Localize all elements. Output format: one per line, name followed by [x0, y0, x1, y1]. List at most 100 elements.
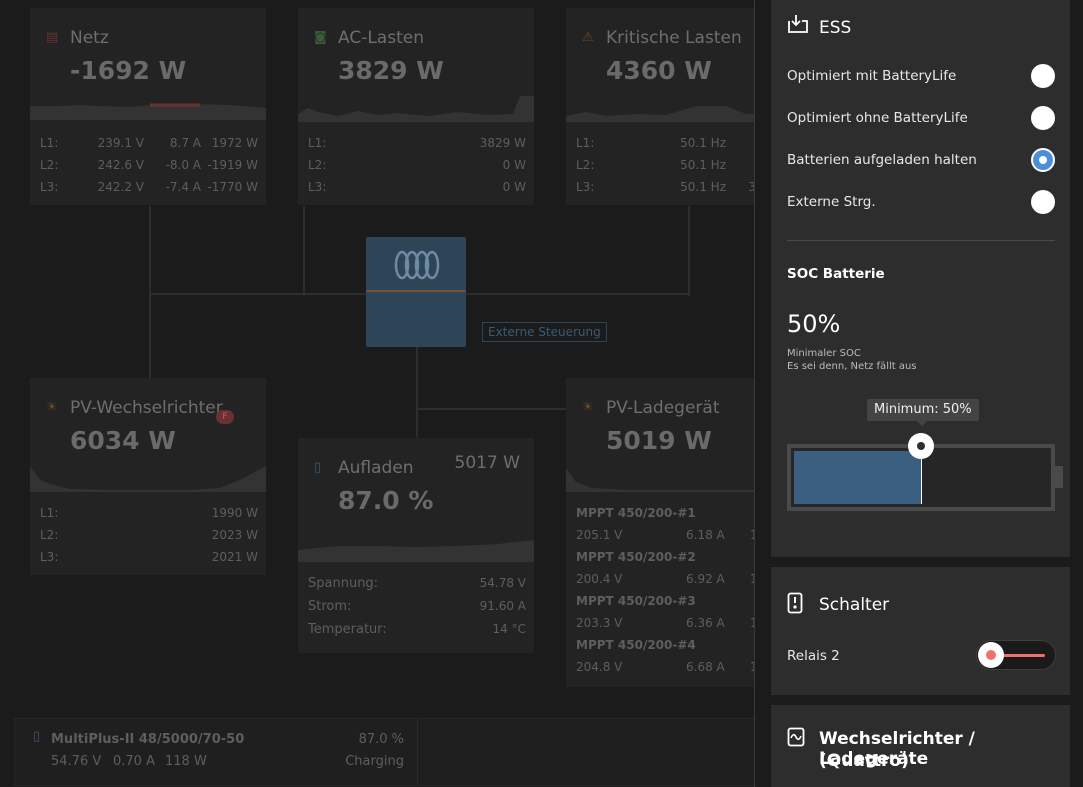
- battery-icon: ▯: [33, 729, 41, 744]
- battery-detail-row: Spannung: 54.78 V: [308, 576, 526, 591]
- multiplus-name: MultiPlus-II 48/5000/70-50: [51, 732, 245, 747]
- ess-option-keep-charged-radio[interactable]: [1031, 148, 1055, 172]
- relay-2-toggle[interactable]: [976, 640, 1056, 670]
- ac-loads-sparkline: [298, 96, 534, 122]
- inverter-waveform-icon: [787, 727, 805, 747]
- critical-loads-phase-row: L2: 50.1 Hz: [576, 158, 726, 172]
- critical-loads-power: 4360 W: [606, 56, 712, 85]
- mppt-name: MPPT 450/200-#1: [576, 506, 696, 520]
- relay-toggle-knob: [978, 642, 1004, 668]
- mppt-row: 203.3 V 6.36 A 1: [576, 616, 755, 630]
- pv-charger-sparkline: [566, 468, 755, 492]
- multiplus-state: Charging: [345, 754, 404, 769]
- ess-option-label: Batterien aufgeladen halten: [787, 152, 977, 168]
- pv-inverter-title: PV-Wechselrichter: [70, 398, 223, 418]
- critical-loads-phase-row: L3: 50.1 Hz 3: [576, 180, 755, 194]
- external-control-label: Externe Steuerung: [482, 322, 607, 342]
- battery-icon: ▯: [314, 460, 322, 475]
- soc-slider-handle[interactable]: [908, 433, 934, 459]
- pv-inverter-power: 6034 W: [70, 426, 176, 455]
- grid-phase-row: L1: 239.1 V 8.7 A 1972 W: [40, 136, 258, 150]
- mppt-row: 205.1 V 6.18 A 1: [576, 528, 755, 542]
- pv-inverter-phase-row: L1: 1990 W: [40, 506, 258, 520]
- ess-option-external-control-radio[interactable]: [1031, 190, 1055, 214]
- ac-loads-title: AC-Lasten: [338, 28, 424, 48]
- connector-line: [688, 206, 690, 296]
- battery-cap: [1055, 466, 1063, 488]
- ac-loads-phase-row: L1: 3829 W: [308, 136, 526, 150]
- ess-download-icon: [788, 15, 808, 33]
- ess-divider: [787, 240, 1055, 241]
- min-soc-tooltip: Minimum: 50%: [867, 399, 979, 426]
- switch-icon: [787, 592, 803, 614]
- pv-charger-tile[interactable]: ☀ PV-Ladegerät 5019 W MPPT 450/200-#1 20…: [566, 378, 755, 687]
- battery-sparkline: [298, 540, 534, 562]
- battery-tile[interactable]: ▯ Aufladen 5017 W 87.0 % Spannung: 54.78…: [298, 438, 534, 653]
- error-badge-icon: F: [216, 410, 234, 424]
- battery-power: 5017 W: [454, 453, 520, 473]
- soc-value: 50%: [787, 310, 841, 338]
- ess-option-battery-life-radio[interactable]: [1031, 64, 1055, 88]
- connector-line: [149, 296, 151, 378]
- ac-loads-power: 3829 W: [338, 56, 444, 85]
- multiplus-current: 0.70 A: [113, 754, 155, 769]
- critical-loads-sparkline: [566, 106, 755, 122]
- inverter-stripe: [366, 290, 466, 292]
- pv-inverter-phase-row: L3: 2021 W: [40, 550, 258, 564]
- pv-inverter-sparkline: [30, 466, 266, 492]
- inverter-charger-subtitle: (Quattro): [819, 751, 909, 771]
- multiplus-soc: 87.0 %: [358, 732, 404, 747]
- sun-icon: ☀: [46, 400, 58, 415]
- ac-loads-tile[interactable]: ◙ AC-Lasten 3829 W L1: 3829 W L2: 0 W L3…: [298, 8, 534, 205]
- mppt-row: 200.4 V 6.92 A 1: [576, 572, 755, 586]
- warning-icon: ⚠: [582, 30, 594, 45]
- status-bar-divider: [417, 719, 418, 785]
- ac-loads-phase-row: L3: 0 W: [308, 180, 526, 194]
- ess-option-label: Optimiert mit BatteryLife: [787, 68, 957, 84]
- ac-loads-icon: ◙: [314, 30, 327, 45]
- battery-detail-row: Strom: 91.60 A: [308, 599, 526, 614]
- switch-card: Schalter Relais 2: [771, 567, 1070, 695]
- mppt-name: MPPT 450/200-#4: [576, 638, 696, 652]
- ess-option-no-battery-life-radio[interactable]: [1031, 106, 1055, 130]
- critical-loads-phase-row: L1: 50.1 Hz: [576, 136, 726, 150]
- multiplus-voltage: 54.76 V: [51, 754, 102, 769]
- grid-icon: ▤: [46, 30, 59, 45]
- grid-title: Netz: [70, 28, 109, 48]
- sun-icon: ☀: [582, 400, 594, 415]
- grid-tile[interactable]: ▤ Netz -1692 W L1: 239.1 V 8.7 A 1972 W …: [30, 8, 266, 205]
- dashboard-background: ▤ Netz -1692 W L1: 239.1 V 8.7 A 1972 W …: [0, 0, 755, 787]
- mppt-name: MPPT 450/200-#2: [576, 550, 696, 564]
- ess-option-label: Optimiert ohne BatteryLife: [787, 110, 968, 126]
- soc-slider-fill: [794, 451, 921, 504]
- min-soc-label: Minimaler SOC: [787, 348, 861, 359]
- connector-line: [303, 206, 305, 296]
- battery-state-title: Aufladen: [338, 458, 414, 478]
- critical-loads-tile[interactable]: ⚠ Kritische Lasten 4360 W L1: 50.1 Hz L2…: [566, 8, 755, 205]
- min-soc-note: Es sei denn, Netz fällt aus: [787, 361, 917, 372]
- victron-logo-icon: [394, 250, 440, 280]
- grid-phase-row: L2: 242.6 V -8.0 A -1919 W: [40, 158, 258, 172]
- multiplus-status-bar[interactable]: ▯ MultiPlus-II 48/5000/70-50 87.0 % 54.7…: [14, 718, 755, 786]
- pv-inverter-tile[interactable]: ☀ PV-Wechselrichter F 6034 W L1: 1990 W …: [30, 378, 266, 575]
- ess-option-label: Externe Strg.: [787, 194, 876, 210]
- critical-loads-title: Kritische Lasten: [606, 28, 742, 48]
- battery-detail-row: Temperatur: 14 °C: [308, 622, 526, 637]
- inverter-box[interactable]: [366, 237, 466, 347]
- connector-line: [416, 347, 418, 437]
- ac-loads-phase-row: L2: 0 W: [308, 158, 526, 172]
- grid-power: -1692 W: [70, 56, 187, 85]
- relay-label: Relais 2: [787, 648, 840, 664]
- switch-title: Schalter: [819, 595, 890, 615]
- pv-charger-power: 5019 W: [606, 426, 712, 455]
- pv-inverter-phase-row: L2: 2023 W: [40, 528, 258, 542]
- mppt-name: MPPT 450/200-#3: [576, 594, 696, 608]
- multiplus-power: 118 W: [165, 754, 207, 769]
- connector-line: [416, 408, 566, 410]
- mppt-row: 204.8 V 6.68 A 1: [576, 660, 755, 674]
- ess-title: ESS: [819, 18, 852, 38]
- inverter-charger-card[interactable]: Wechselrichter / Ladegeräte (Quattro): [771, 705, 1070, 787]
- pv-charger-title: PV-Ladegerät: [606, 398, 720, 418]
- grid-phase-row: L3: 242.2 V -7.4 A -1770 W: [40, 180, 258, 194]
- soc-battery-title: SOC Batterie: [787, 266, 885, 282]
